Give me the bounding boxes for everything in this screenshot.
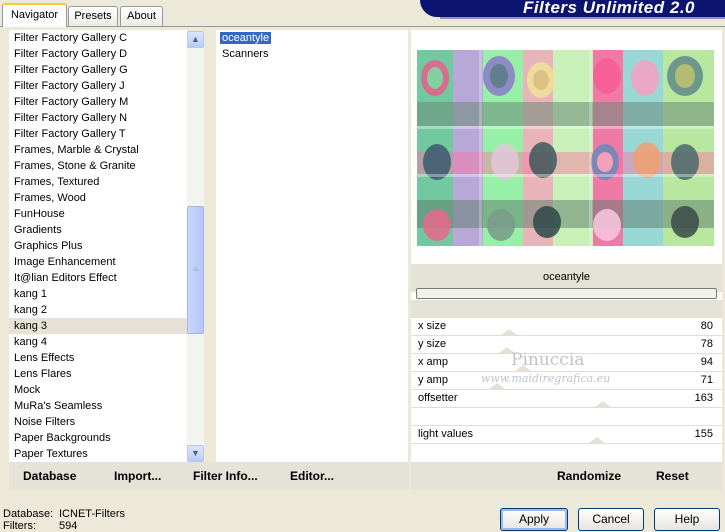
category-list[interactable]: Filter Factory Gallery C Filter Factory G…	[9, 30, 187, 462]
category-item[interactable]: kang 4	[9, 334, 187, 350]
tab-presets[interactable]: Presets	[68, 6, 118, 26]
param-light-values[interactable]: light values 155	[411, 426, 722, 444]
tab-divider	[0, 26, 725, 27]
category-item[interactable]: Filter Factory Gallery C	[9, 30, 187, 46]
category-item[interactable]: kang 2	[9, 302, 187, 318]
filters-label: Filters:	[3, 520, 36, 532]
preview-panel: oceantyle x size 80 y size 78 x amp 94 y…	[411, 30, 722, 462]
tab-about[interactable]: About	[120, 6, 163, 26]
randomize-button[interactable]: Randomize	[557, 469, 621, 483]
param-label: x amp	[418, 356, 448, 368]
editor-button[interactable]: Editor...	[290, 469, 334, 483]
category-item[interactable]: Filter Factory Gallery D	[9, 46, 187, 62]
slider-thumb[interactable]	[515, 365, 531, 371]
params-gap	[411, 300, 722, 318]
slider-thumb[interactable]	[595, 401, 611, 407]
category-item[interactable]: kang 1	[9, 286, 187, 302]
category-item[interactable]: Paper Backgrounds	[9, 430, 187, 446]
effect-item[interactable]: Scanners	[216, 46, 408, 62]
category-item[interactable]: Filter Factory Gallery G	[9, 62, 187, 78]
param-value: 94	[700, 356, 713, 368]
effect-item[interactable]: oceantyle	[216, 30, 408, 46]
import-button[interactable]: Import...	[114, 469, 161, 483]
right-button-bar: Randomize Reset	[411, 462, 722, 490]
param-x-size[interactable]: x size 80	[411, 318, 722, 336]
param-value: 163	[694, 392, 713, 404]
category-item[interactable]: Frames, Textured	[9, 174, 187, 190]
effect-item-label: oceantyle	[220, 32, 272, 44]
cancel-button[interactable]: Cancel	[578, 508, 644, 531]
database-button[interactable]: Database	[23, 469, 76, 483]
category-item[interactable]: Graphics Plus	[9, 238, 187, 254]
database-value: ICNET-Filters	[59, 508, 125, 520]
param-label: offsetter	[418, 392, 458, 404]
slider-thumb[interactable]	[589, 437, 605, 443]
param-label: y amp	[418, 374, 448, 386]
param-empty	[411, 408, 722, 426]
category-item[interactable]: Frames, Wood	[9, 190, 187, 206]
oceantyle-preview-graphic	[417, 50, 714, 246]
param-y-amp[interactable]: y amp 71	[411, 372, 722, 390]
effect-item-label: Scanners	[222, 48, 269, 60]
scroll-down-button[interactable]: ▼	[187, 445, 204, 462]
category-item[interactable]: Paper Textures	[9, 446, 187, 462]
slider-thumb[interactable]	[501, 329, 517, 335]
effect-list[interactable]: oceantyle Scanners	[216, 30, 408, 462]
param-value: 71	[700, 374, 713, 386]
category-scrollbar[interactable]: ▲ ≡ ▼	[187, 31, 204, 462]
slider-thumb[interactable]	[489, 383, 505, 389]
param-label: x size	[418, 320, 447, 332]
filter-info-button[interactable]: Filter Info...	[193, 469, 258, 483]
param-offsetter[interactable]: offsetter 163	[411, 390, 722, 408]
category-item[interactable]: Filter Factory Gallery M	[9, 94, 187, 110]
category-item[interactable]: Gradients	[9, 222, 187, 238]
category-item[interactable]: Noise Filters	[9, 414, 187, 430]
param-x-amp[interactable]: x amp 94	[411, 354, 722, 372]
param-label: light values	[418, 428, 474, 440]
filters-value: 594	[59, 520, 78, 532]
category-item[interactable]: Frames, Marble & Crystal	[9, 142, 187, 158]
category-item[interactable]: Filter Factory Gallery N	[9, 110, 187, 126]
left-button-bar: Database Import... Filter Info... Editor…	[9, 462, 409, 490]
slider-thumb[interactable]	[499, 347, 515, 353]
category-item[interactable]: MuRa's Seamless	[9, 398, 187, 414]
category-item[interactable]: It@lian Editors Effect	[9, 270, 187, 286]
param-value: 80	[700, 320, 713, 332]
help-button[interactable]: Help	[654, 508, 720, 531]
banner-edge	[440, 17, 725, 19]
category-item[interactable]: Filter Factory Gallery T	[9, 126, 187, 142]
param-value: 78	[700, 338, 713, 350]
progress-bar	[416, 288, 717, 299]
preview-image	[417, 50, 714, 246]
tab-navigator[interactable]: Navigator	[2, 3, 67, 27]
reset-button[interactable]: Reset	[656, 469, 689, 483]
category-item[interactable]: Filter Factory Gallery J	[9, 78, 187, 94]
scroll-up-button[interactable]: ▲	[187, 31, 204, 48]
param-label: y size	[418, 338, 447, 350]
category-item[interactable]: Lens Effects	[9, 350, 187, 366]
database-label: Database:	[3, 508, 54, 520]
category-item[interactable]: kang 3	[9, 318, 187, 334]
preview-area	[411, 30, 722, 264]
category-item[interactable]: Mock	[9, 382, 187, 398]
scroll-thumb[interactable]: ≡	[187, 206, 204, 334]
params-filler	[411, 444, 722, 462]
category-item[interactable]: Frames, Stone & Granite	[9, 158, 187, 174]
category-item[interactable]: Lens Flares	[9, 366, 187, 382]
param-y-size[interactable]: y size 78	[411, 336, 722, 354]
app-banner: Filters Unlimited 2.0	[420, 0, 725, 17]
param-value: 155	[694, 428, 713, 440]
category-item[interactable]: FunHouse	[9, 206, 187, 222]
apply-button[interactable]: Apply	[500, 508, 568, 531]
category-item[interactable]: Image Enhancement	[9, 254, 187, 270]
